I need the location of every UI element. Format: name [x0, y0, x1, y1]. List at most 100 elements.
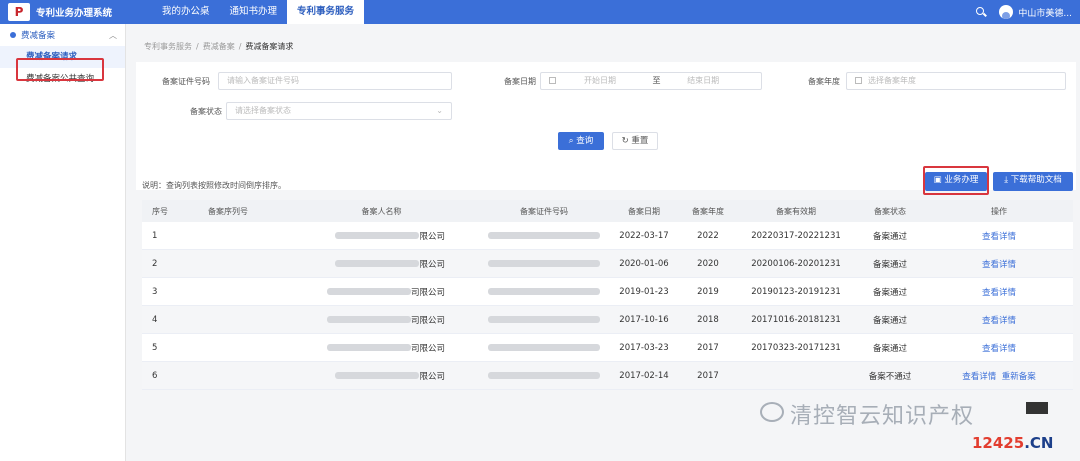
cell-actions: 查看详情	[925, 342, 1073, 354]
sidebar-group-fee-reduction[interactable]: 费减备案 ︿	[0, 24, 125, 46]
cell-id-number	[479, 287, 609, 297]
view-details-link[interactable]: 查看详情	[962, 372, 996, 382]
redacted-text	[488, 315, 600, 323]
cell-name: 限公司	[284, 258, 479, 270]
cell-actions: 查看详情	[925, 286, 1073, 298]
cell-status: 备案通过	[872, 259, 907, 270]
date-end: 结束日期	[687, 76, 720, 85]
cell-id-number	[479, 371, 609, 381]
tab-patent-services[interactable]: 专利事务服务	[287, 0, 365, 24]
tab-notices[interactable]: 通知书办理	[220, 0, 288, 24]
cell-name: 限公司	[284, 230, 479, 242]
date-range-input[interactable]: 开始日期 至 结束日期	[540, 72, 762, 90]
cell-actions: 查看详情	[925, 230, 1073, 242]
breadcrumb-item[interactable]: 费减备案	[203, 42, 235, 51]
cell-date: 2019-01-23	[619, 286, 669, 297]
cell-year: 2017	[697, 342, 719, 353]
table-row: 1 限公司 2022-03-17 2022 20220317-20221231 …	[142, 222, 1073, 250]
watermark-text: 清控智云知识产权	[790, 404, 975, 429]
date-label: 备案日期	[504, 77, 536, 86]
main-content: 专利事务服务 / 费减备案 / 费减备案请求 备案证件号码 请输入备案证件号码 备案日期…	[126, 24, 1080, 461]
app-title: 专利业务办理系统	[36, 8, 113, 19]
view-details-link[interactable]: 查看详情	[982, 344, 1016, 354]
refile-link[interactable]: 重新备案	[1002, 372, 1036, 382]
calendar-icon	[855, 77, 862, 84]
highlight-box	[16, 58, 104, 81]
view-details-link[interactable]: 查看详情	[982, 316, 1016, 326]
year-input[interactable]: 选择备案年度	[846, 72, 1066, 90]
cell-status: 备案不通过	[868, 371, 912, 382]
chevron-down-icon: ⌄	[436, 106, 443, 115]
chevron-up-icon: ︿	[109, 30, 117, 40]
redacted-text	[488, 371, 600, 379]
view-details-link[interactable]: 查看详情	[982, 232, 1016, 242]
status-select[interactable]: 请选择备案状态 ⌄	[226, 102, 452, 120]
cell-status: 备案通过	[872, 315, 907, 326]
cell-id-number	[479, 259, 609, 269]
cell-id-number	[479, 231, 609, 241]
table-row: 6 限公司 2017-02-14 2017 备案不通过 查看详情 重新备案	[142, 362, 1073, 390]
table-row: 5 司限公司 2017-03-23 2017 20170323-20171231…	[142, 334, 1073, 362]
col-year: 备案年度	[692, 206, 724, 216]
date-start: 开始日期	[584, 76, 616, 85]
cell-year: 2020	[697, 258, 719, 269]
col-date: 备案日期	[628, 206, 660, 216]
cell-no: 6	[152, 370, 158, 381]
site-watermark: 12425.CN	[972, 434, 1054, 452]
cell-no: 4	[152, 314, 158, 325]
cell-name: 司限公司	[284, 314, 479, 326]
cell-status: 备案通过	[872, 343, 907, 354]
tab-my-desk[interactable]: 我的办公桌	[152, 0, 220, 24]
cell-date: 2020-01-06	[619, 258, 669, 269]
sidebar: 费减备案 ︿ 费减备案请求 费减备案公共查询	[0, 24, 126, 461]
app-logo-icon: P	[8, 3, 30, 21]
sidebar-group-label: 费减备案	[21, 31, 56, 41]
top-nav: 我的办公桌 通知书办理 专利事务服务	[152, 0, 365, 24]
col-validity: 备案有效期	[776, 206, 816, 216]
cell-no: 2	[152, 258, 158, 269]
id-number-label: 备案证件号码	[162, 77, 210, 86]
cell-name: 限公司	[284, 370, 479, 382]
table-row: 4 司限公司 2017-10-16 2018 20171016-20181231…	[142, 306, 1073, 334]
cell-actions: 查看详情 重新备案	[925, 370, 1073, 382]
cell-status: 备案通过	[872, 231, 907, 242]
breadcrumb-item[interactable]: 专利事务服务	[144, 42, 192, 51]
cell-year: 2022	[697, 230, 719, 241]
user-area: 中山市美德...	[975, 0, 1072, 24]
cell-validity: 20220317-20221231	[751, 230, 841, 241]
cell-validity: 20190123-20191231	[751, 286, 841, 297]
redacted-text	[488, 343, 600, 351]
table-row: 2 限公司 2020-01-06 2020 20200106-20201231 …	[142, 250, 1073, 278]
view-details-link[interactable]: 查看详情	[982, 288, 1016, 298]
id-number-input[interactable]: 请输入备案证件号码	[218, 72, 452, 90]
view-details-link[interactable]: 查看详情	[982, 260, 1016, 270]
avatar[interactable]	[999, 5, 1014, 19]
download-help-button[interactable]: ⤓ 下载帮助文档	[993, 172, 1073, 191]
reset-button[interactable]: ↻ 重置	[612, 132, 658, 150]
col-serial: 备案序列号	[208, 206, 248, 216]
search-button[interactable]: ⌕ 查询	[558, 132, 604, 150]
cell-actions: 查看详情	[925, 314, 1073, 326]
redacted-text	[326, 344, 411, 351]
redacted-text	[326, 288, 411, 295]
cell-no: 5	[152, 342, 158, 353]
table-row: 3 司限公司 2019-01-23 2019 20190123-20191231…	[142, 278, 1073, 306]
cell-validity: 20200106-20201231	[751, 258, 841, 269]
cell-status: 备案通过	[872, 287, 907, 298]
breadcrumb: 专利事务服务 / 费减备案 / 费减备案请求	[144, 42, 294, 51]
cell-name: 司限公司	[284, 342, 479, 354]
col-name: 备案人名称	[361, 206, 402, 216]
status-label: 备案状态	[190, 107, 222, 116]
breadcrumb-current: 费减备案请求	[245, 42, 294, 51]
year-placeholder: 选择备案年度	[868, 76, 916, 85]
search-icon[interactable]	[975, 6, 987, 18]
cell-no: 3	[152, 286, 158, 297]
cell-validity: 20170323-20171231	[751, 342, 841, 353]
cell-date: 2017-02-14	[619, 370, 669, 381]
redacted-text	[335, 232, 420, 239]
user-name[interactable]: 中山市美德...	[1018, 6, 1072, 19]
list-note: 说明：查询列表按照修改时间倒序排序。	[142, 181, 286, 190]
redacted-text	[335, 372, 420, 379]
col-id-number: 备案证件号码	[520, 206, 568, 216]
cell-date: 2022-03-17	[619, 230, 669, 241]
